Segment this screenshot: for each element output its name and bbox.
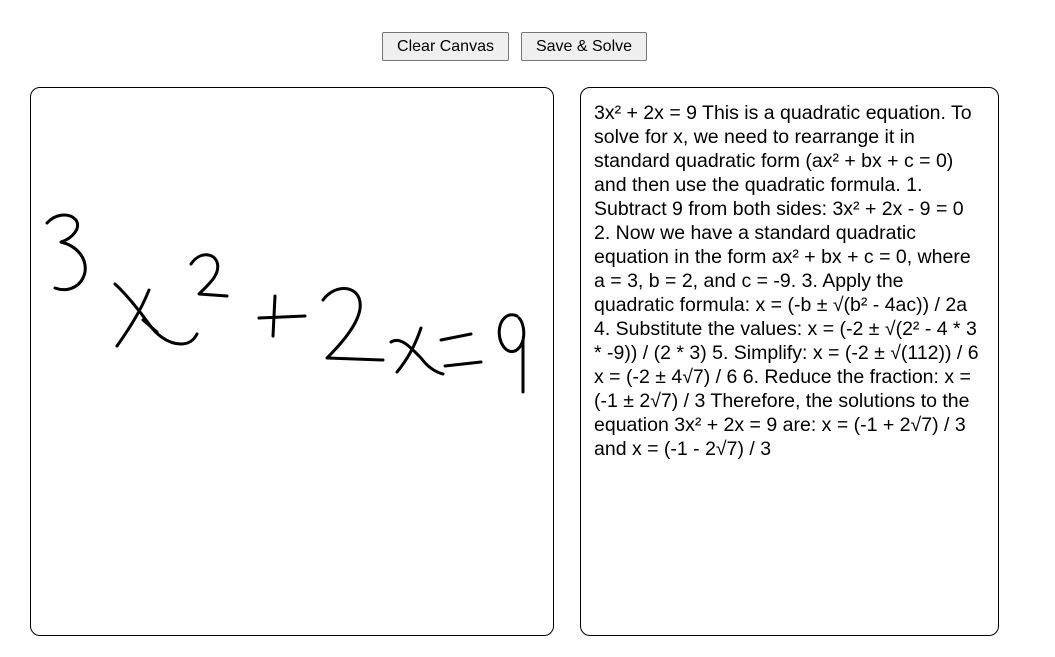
stroke-x-upper [113, 282, 199, 346]
stroke-plus-vertical [271, 294, 277, 338]
solution-panel: 3x² + 2x = 9 This is a quadratic equatio… [580, 87, 999, 636]
stroke-digit-3 [45, 213, 87, 292]
solution-text: 3x² + 2x = 9 This is a quadratic equatio… [594, 102, 979, 460]
clear-canvas-button[interactable]: Clear Canvas [382, 32, 509, 61]
handwritten-equation [45, 213, 526, 394]
save-and-solve-button[interactable]: Save & Solve [521, 32, 647, 61]
stroke-digit-9 [497, 313, 526, 394]
stroke-x2-left [395, 326, 423, 374]
drawing-canvas[interactable] [30, 87, 554, 636]
stroke-x-mark [141, 318, 159, 334]
stroke-plus-horizontal [257, 314, 307, 320]
stroke-superscript-2 [189, 253, 229, 298]
stroke-equals-bottom [443, 360, 483, 368]
stroke-equals-top [439, 332, 473, 342]
stroke-digit-2 [321, 287, 385, 362]
